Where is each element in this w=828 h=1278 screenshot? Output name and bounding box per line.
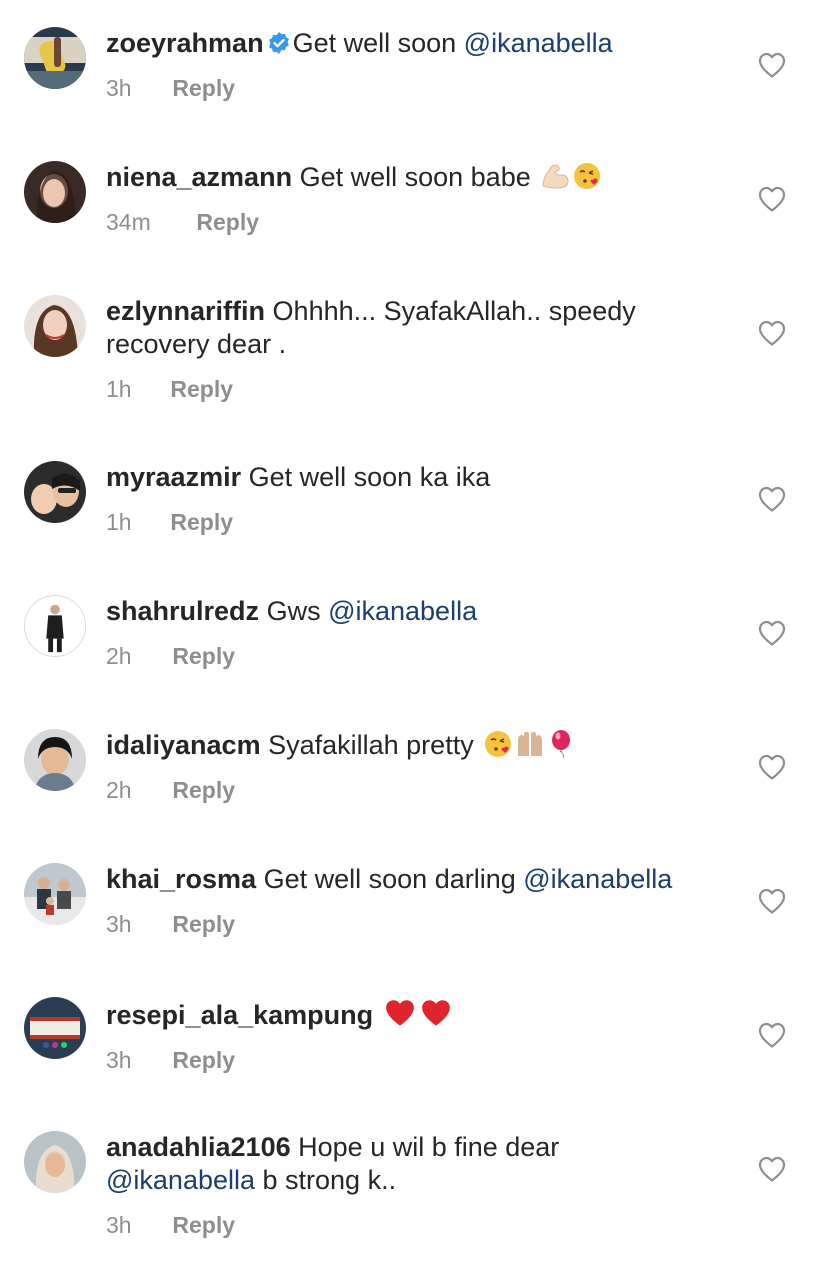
comment-meta: 2h Reply: [106, 642, 686, 670]
heart-outline-icon[interactable]: [758, 1022, 786, 1048]
comment-text: idaliyanacm Syafakillah pretty: [106, 729, 686, 762]
timestamp: 3h: [106, 75, 132, 101]
red-heart-emoji-icon: [421, 1000, 450, 1026]
comment-text: resepi_ala_kampung: [106, 997, 686, 1032]
reply-button[interactable]: Reply: [172, 1212, 235, 1238]
heart-outline-icon[interactable]: [758, 320, 786, 346]
red-heart-emoji-icon: [385, 1000, 414, 1026]
comment-username[interactable]: anadahlia2106: [106, 1132, 291, 1162]
comment-text: anadahlia2106 Hope u wil b fine dear @ik…: [106, 1131, 686, 1197]
comment-body: Syafakillah pretty: [268, 730, 482, 760]
comment-username[interactable]: khai_rosma: [106, 864, 256, 894]
comment-username[interactable]: resepi_ala_kampung: [106, 1000, 373, 1030]
avatar[interactable]: [24, 27, 86, 89]
timestamp: 3h: [106, 1212, 132, 1238]
comment-meta: 1h Reply: [106, 375, 686, 403]
comment-body: Hope u wil b fine dear: [298, 1132, 560, 1162]
comment-text: khai_rosma Get well soon darling @ikanab…: [106, 863, 686, 896]
comment-body: Get well soon ka ika: [248, 462, 491, 492]
avatar[interactable]: [24, 161, 86, 223]
heart-outline-icon[interactable]: [758, 1156, 786, 1182]
timestamp: 34m: [106, 209, 151, 235]
mention-link[interactable]: @ikanabella: [523, 864, 672, 894]
verified-badge-icon: [268, 32, 289, 54]
timestamp: 2h: [106, 643, 132, 669]
avatar[interactable]: [24, 461, 86, 523]
face-blowing-kiss-emoji-icon: [574, 163, 601, 189]
face-blowing-kiss-emoji-icon: [485, 731, 512, 757]
flexed-biceps-emoji-icon: [542, 164, 569, 189]
heart-outline-icon[interactable]: [758, 52, 786, 78]
comment-meta: 3h Reply: [106, 74, 686, 102]
avatar[interactable]: [24, 1131, 86, 1193]
heart-outline-icon[interactable]: [758, 620, 786, 646]
heart-outline-icon[interactable]: [758, 486, 786, 512]
avatar[interactable]: [24, 729, 86, 791]
avatar[interactable]: [24, 295, 86, 357]
avatar[interactable]: [24, 997, 86, 1059]
comment-body-continued: b strong k..: [255, 1165, 397, 1195]
comment-meta: 3h Reply: [106, 1046, 686, 1074]
comment-meta: 3h Reply: [106, 1211, 686, 1239]
mention-link[interactable]: @ikanabella: [106, 1165, 255, 1195]
avatar[interactable]: [24, 863, 86, 925]
heart-outline-icon[interactable]: [758, 754, 786, 780]
comment-username[interactable]: myraazmir: [106, 462, 241, 492]
reply-button[interactable]: Reply: [172, 777, 235, 803]
comment-body: Get well soon darling: [263, 864, 524, 894]
reply-button[interactable]: Reply: [172, 75, 235, 101]
comment-text: shahrulredz Gws @ikanabella: [106, 595, 686, 628]
reply-button[interactable]: Reply: [172, 643, 235, 669]
reply-button[interactable]: Reply: [172, 1047, 235, 1073]
mention-link[interactable]: @ikanabella: [328, 596, 477, 626]
comment-text: niena_azmann Get well soon babe: [106, 161, 686, 194]
comment-username[interactable]: idaliyanacm: [106, 730, 261, 760]
comment-meta: 3h Reply: [106, 910, 686, 938]
timestamp: 2h: [106, 777, 132, 803]
comment-text: myraazmir Get well soon ka ika: [106, 461, 686, 494]
raising-hands-emoji-icon: [518, 731, 543, 756]
reply-button[interactable]: Reply: [170, 376, 233, 402]
heart-outline-icon[interactable]: [758, 186, 786, 212]
comment-text: zoeyrahman Get well soon @ikanabella: [106, 27, 686, 60]
comment-username[interactable]: niena_azmann: [106, 162, 292, 192]
comment-body: Get well soon: [292, 28, 464, 58]
comment-meta: 1h Reply: [106, 508, 686, 536]
comment-username[interactable]: ezlynnariffin: [106, 296, 265, 326]
comment-text: ezlynnariffin Ohhhh... SyafakAllah.. spe…: [106, 295, 686, 361]
timestamp: 3h: [106, 1047, 132, 1073]
comment-meta: 2h Reply: [106, 776, 686, 804]
mention-link[interactable]: @ikanabella: [464, 28, 613, 58]
balloon-emoji-icon: [552, 730, 571, 759]
reply-button[interactable]: Reply: [170, 509, 233, 535]
reply-button[interactable]: Reply: [196, 209, 259, 235]
comment-body: Get well soon babe: [299, 162, 539, 192]
timestamp: 1h: [106, 376, 132, 402]
comment-meta: 34m Reply: [106, 208, 686, 236]
comment-body: Gws: [266, 596, 329, 626]
comment-username[interactable]: zoeyrahman: [106, 28, 264, 58]
heart-outline-icon[interactable]: [758, 888, 786, 914]
avatar[interactable]: [24, 595, 86, 657]
timestamp: 1h: [106, 509, 132, 535]
timestamp: 3h: [106, 911, 132, 937]
reply-button[interactable]: Reply: [172, 911, 235, 937]
comment-username[interactable]: shahrulredz: [106, 596, 259, 626]
